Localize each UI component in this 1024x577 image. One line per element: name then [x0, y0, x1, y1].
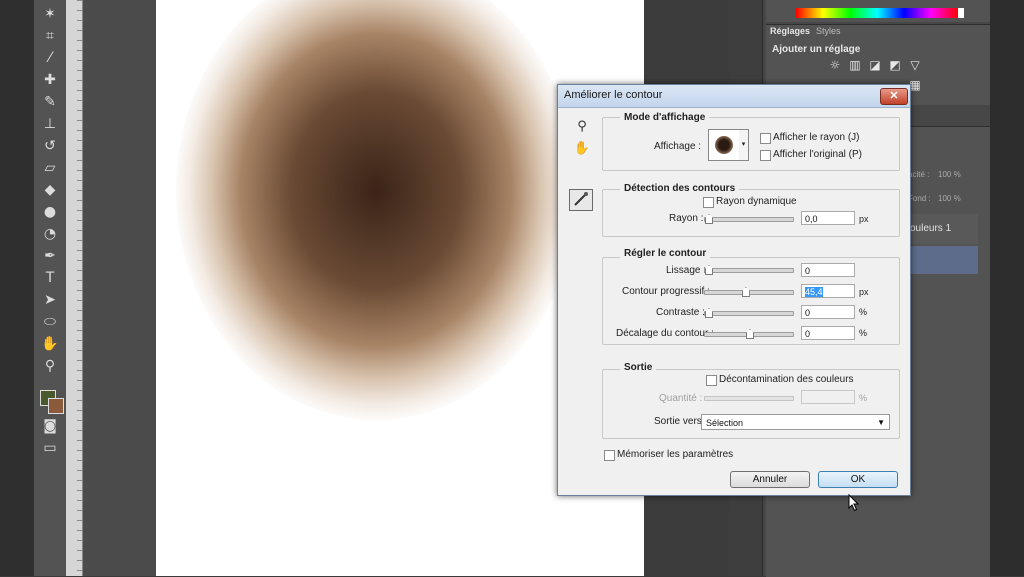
crop-icon[interactable]: ⌗ [38, 26, 62, 46]
feather-label: Contour progressif : [622, 286, 710, 297]
radius-field[interactable]: 0,0 [801, 211, 855, 225]
output-to-value: Sélection [706, 418, 744, 428]
contrast-label: Contraste : [656, 307, 705, 318]
edge-detection-title: Détection des contours [620, 183, 740, 194]
smooth-field[interactable]: 0 [801, 263, 855, 277]
feather-field[interactable]: 45,4 [801, 284, 855, 298]
vertical-ruler [66, 0, 83, 576]
tools-panel: ✶ ⌗ ⁄ ✚ ✎ ⊥ ↺ ▱ ◆ ● ◔ ✒ T ➤ ⬭ ✋ ⚲ ◙ ▭ [0, 0, 67, 576]
contrast-unit: % [859, 307, 868, 317]
preview-image [715, 136, 733, 154]
vibrance-icon[interactable]: ▽ [908, 58, 922, 72]
screen-mode-icon[interactable]: ▭ [38, 438, 62, 458]
decontaminate-label: Décontamination des couleurs [719, 374, 854, 385]
type-icon[interactable]: T [38, 268, 62, 288]
shift-edge-label: Décalage du contour : [616, 328, 714, 339]
radius-label: Rayon : [669, 213, 704, 224]
pen-icon[interactable]: ✒ [38, 246, 62, 266]
remember-settings-checkbox[interactable] [604, 450, 615, 461]
eraser-icon[interactable]: ▱ [38, 158, 62, 178]
color-spectrum[interactable] [796, 8, 958, 18]
chevron-down-icon: ▼ [877, 418, 885, 427]
smooth-label: Lissage : [666, 265, 707, 276]
blur-icon[interactable]: ● [38, 202, 62, 222]
ok-button[interactable]: OK [818, 471, 898, 488]
hand-tool-icon[interactable]: ✋ [572, 139, 592, 159]
view-label: Affichage : [654, 141, 702, 152]
smooth-slider[interactable] [704, 265, 794, 275]
contrast-slider[interactable] [704, 308, 794, 318]
smart-radius-checkbox[interactable] [703, 197, 714, 208]
shift-edge-field[interactable]: 0 [801, 326, 855, 340]
color-spectrum-white[interactable] [958, 8, 964, 18]
opacity-label: acité : [908, 170, 930, 179]
fill-value[interactable]: 100 % [938, 194, 961, 203]
dialog-title: Améliorer le contour [564, 89, 663, 101]
show-radius-label: Afficher le rayon (J) [773, 132, 860, 143]
levels-icon[interactable]: ▥ [848, 58, 862, 72]
shift-edge-unit: % [859, 328, 868, 338]
shift-edge-slider[interactable] [704, 329, 794, 339]
smart-radius-label: Rayon dynamique [716, 196, 797, 207]
show-radius-checkbox[interactable] [760, 133, 771, 144]
radius-unit: px [859, 214, 869, 224]
tab-styles[interactable]: Styles [816, 26, 841, 40]
layer-row-selected[interactable] [906, 246, 978, 274]
eyedropper-icon[interactable]: ⁄ [38, 48, 62, 68]
view-mode-group [602, 117, 900, 171]
feather-field-value[interactable]: 45,4 [805, 287, 823, 297]
output-to-label: Sortie vers : [654, 416, 708, 427]
quick-mask-icon[interactable]: ◙ [38, 416, 62, 436]
refine-edge-dialog: Améliorer le contour ✕ ⚲ ✋ Mode d'affich… [557, 84, 911, 496]
amount-label: Quantité : [659, 393, 703, 404]
output-to-select[interactable]: Sélection ▼ [701, 414, 890, 430]
hand-icon[interactable]: ✋ [38, 334, 62, 354]
zoom-icon[interactable]: ⚲ [38, 356, 62, 376]
dialog-titlebar[interactable]: Améliorer le contour ✕ [558, 85, 910, 108]
exposure-icon[interactable]: ◩ [888, 58, 902, 72]
remember-settings-label: Mémoriser les paramètres [617, 449, 734, 460]
tab-adjustments[interactable]: Réglages [770, 26, 810, 40]
ellipse-icon[interactable]: ⬭ [38, 312, 62, 332]
cancel-button[interactable]: Annuler [730, 471, 810, 488]
canvas-pasteboard [83, 0, 156, 576]
path-selection-icon[interactable]: ➤ [38, 290, 62, 310]
view-preview-thumbnail[interactable] [708, 129, 740, 161]
layer-row[interactable]: ouleurs 1 [906, 214, 978, 244]
portrait-photo [176, 0, 576, 420]
background-color-swatch[interactable] [48, 398, 64, 414]
fill-label: Fond : [908, 194, 931, 203]
feather-unit: px [859, 287, 869, 297]
output-title: Sortie [620, 362, 657, 373]
view-dropdown-arrow[interactable]: ▾ [739, 129, 749, 161]
dodge-icon[interactable]: ◔ [38, 224, 62, 244]
contrast-field[interactable]: 0 [801, 305, 855, 319]
adjustments-title: Ajouter un réglage [772, 44, 861, 55]
view-mode-title: Mode d'affichage [620, 112, 710, 123]
zoom-tool-icon[interactable]: ⚲ [572, 117, 592, 137]
amount-field[interactable] [801, 390, 855, 404]
radius-slider[interactable] [704, 214, 794, 224]
refine-radius-tool-icon[interactable] [569, 189, 593, 211]
adjust-edge-title: Régler le contour [620, 248, 711, 259]
spot-healing-icon[interactable]: ✚ [38, 70, 62, 90]
opacity-value[interactable]: 100 % [938, 170, 961, 179]
magic-wand-icon[interactable]: ✶ [38, 4, 62, 24]
decontaminate-checkbox[interactable] [706, 375, 717, 386]
amount-slider[interactable] [704, 396, 794, 401]
clone-stamp-icon[interactable]: ⊥ [38, 114, 62, 134]
close-button[interactable]: ✕ [880, 88, 908, 105]
amount-unit: % [859, 393, 868, 403]
brush-icon[interactable]: ✎ [38, 92, 62, 112]
brightness-icon[interactable]: ☼ [828, 58, 842, 72]
paint-bucket-icon[interactable]: ◆ [38, 180, 62, 200]
show-original-label: Afficher l'original (P) [773, 149, 862, 160]
curves-icon[interactable]: ◪ [868, 58, 882, 72]
feather-slider[interactable] [704, 287, 794, 297]
right-edge [990, 0, 1024, 576]
mouse-cursor-icon [848, 494, 860, 512]
tools-panel-strip [0, 0, 34, 576]
show-original-checkbox[interactable] [760, 150, 771, 161]
history-brush-icon[interactable]: ↺ [38, 136, 62, 156]
